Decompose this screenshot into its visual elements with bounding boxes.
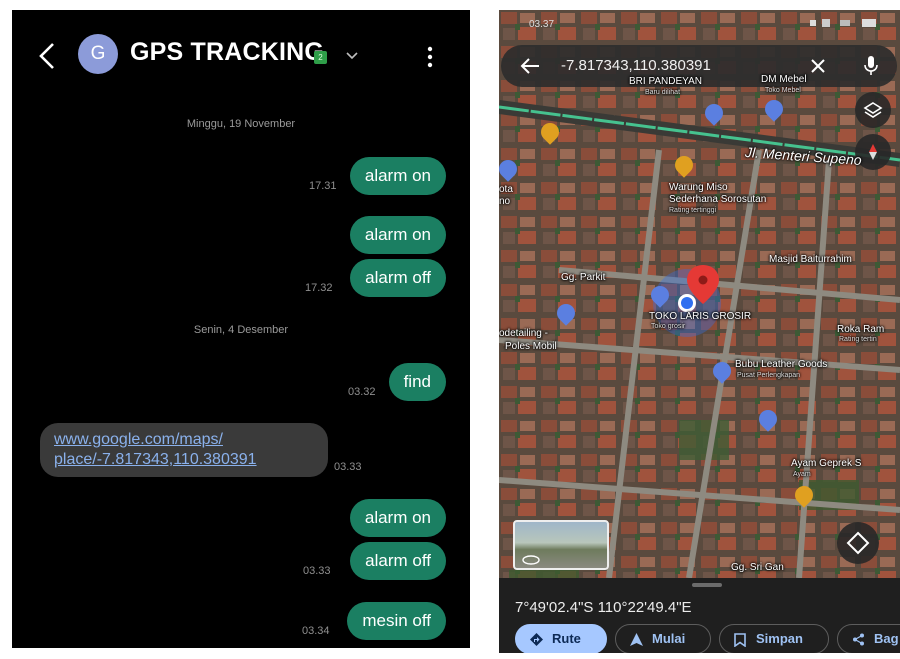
directions-icon	[530, 633, 543, 646]
place-sublabel: Pusat Perlengkapan	[737, 372, 801, 379]
sms-thread: G GPS TRACKING 2 Minggu, 19 November ala…	[12, 10, 470, 648]
maps-link[interactable]: place/-7.817343,110.380391	[54, 450, 314, 470]
place-label[interactable]: odetailing -	[499, 328, 548, 339]
date-separator: Minggu, 19 November	[186, 118, 296, 130]
outgoing-message[interactable]: alarm on	[349, 216, 446, 254]
place-label[interactable]: Ayam Geprek S	[791, 458, 861, 469]
outgoing-message[interactable]: alarm on	[349, 499, 446, 537]
street-label: Gg. Parkit	[561, 272, 606, 283]
outgoing-message[interactable]: alarm off	[350, 259, 446, 297]
share-button[interactable]: Bag	[837, 624, 900, 653]
save-button[interactable]: Simpan	[719, 624, 829, 653]
microphone-icon[interactable]	[863, 55, 879, 77]
place-sublabel: Toko grosir	[651, 323, 686, 330]
place-sublabel: Rating tertin	[839, 336, 877, 343]
place-label[interactable]: Masjid Baiturrahim	[769, 254, 852, 265]
layers-button[interactable]	[855, 92, 891, 128]
drag-handle[interactable]	[692, 583, 722, 587]
avatar[interactable]: G	[78, 34, 118, 74]
chevron-down-icon[interactable]	[344, 50, 360, 62]
navigation-arrow-icon	[630, 633, 643, 646]
message-timestamp: 03.33	[303, 565, 331, 577]
place-sublabel: Rating tertinggi	[669, 207, 717, 214]
conversation-header: G GPS TRACKING 2	[12, 10, 470, 100]
street-view-icon	[522, 555, 540, 565]
message-timestamp: 03.33	[334, 461, 362, 473]
compass-icon	[869, 144, 877, 160]
place-label[interactable]: no	[499, 196, 510, 207]
start-button[interactable]: Mulai	[615, 624, 711, 653]
place-label[interactable]: Poles Mobil	[505, 341, 557, 352]
coordinates-readout: 7°49'02.4"S 110°22'49.4"E	[515, 599, 692, 616]
place-label[interactable]: Sederhana Sorosutan	[669, 194, 766, 205]
message-timestamp: 03.34	[302, 625, 330, 637]
route-button[interactable]: Rute	[515, 624, 607, 653]
sim-2-icon: 2	[314, 51, 327, 64]
place-sublabel: Toko Mebel	[765, 87, 801, 94]
place-label[interactable]: Roka Ram	[837, 324, 884, 335]
place-sublabel: Baru dilihat	[645, 89, 681, 96]
message-timestamp: 03.32	[348, 386, 376, 398]
status-icons	[810, 19, 876, 27]
outgoing-message[interactable]: find	[388, 363, 446, 401]
maps-link[interactable]: www.google.com/maps/	[54, 430, 314, 450]
my-location-icon	[846, 531, 870, 555]
back-arrow-icon[interactable]	[519, 56, 541, 76]
place-label[interactable]: ota	[499, 184, 513, 195]
map-view[interactable]: 03.37 -7.817343,110.380391 BRI PANDEYAN …	[499, 10, 900, 653]
outgoing-message[interactable]: mesin off	[347, 602, 446, 640]
back-arrow-icon[interactable]	[36, 40, 60, 72]
place-label[interactable]: Bubu Leather Goods	[735, 359, 827, 370]
status-time: 03.37	[529, 19, 555, 30]
route-label: Rute	[552, 631, 581, 646]
date-separator: Senin, 4 Desember	[193, 324, 289, 336]
place-label[interactable]: BRI PANDEYAN	[629, 76, 702, 87]
street-label: Gg. Sri Gan	[731, 562, 784, 573]
share-label: Bag	[874, 631, 899, 646]
place-label[interactable]: DM Mebel	[761, 74, 807, 85]
share-icon	[853, 633, 864, 646]
close-icon[interactable]	[809, 57, 827, 75]
my-location-button[interactable]	[837, 522, 879, 564]
status-bar: 03.37	[499, 10, 900, 36]
start-label: Mulai	[652, 631, 686, 646]
outgoing-message[interactable]: alarm on	[349, 157, 446, 195]
street-view-thumbnail[interactable]	[513, 520, 609, 570]
place-label[interactable]: TOKO LARIS GROSIR	[649, 311, 751, 322]
incoming-message[interactable]: www.google.com/maps/ place/-7.817343,110…	[40, 423, 328, 477]
place-sublabel: Ayam	[793, 471, 811, 478]
outgoing-message[interactable]: alarm off	[350, 542, 446, 580]
message-timestamp: 17.31	[309, 180, 337, 192]
more-options-icon[interactable]	[420, 44, 440, 70]
bookmark-icon	[734, 633, 746, 647]
place-sheet[interactable]: 7°49'02.4"S 110°22'49.4"E Rute Mulai Sim…	[499, 578, 900, 653]
message-timestamp: 17.32	[305, 282, 333, 294]
place-label[interactable]: Warung Miso	[669, 182, 728, 193]
save-label: Simpan	[756, 631, 803, 646]
layers-icon	[863, 102, 883, 118]
contact-name[interactable]: GPS TRACKING	[130, 38, 324, 67]
